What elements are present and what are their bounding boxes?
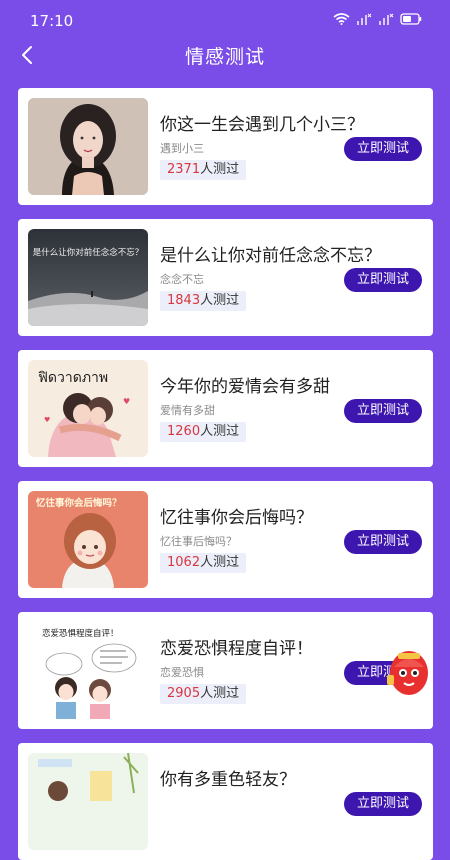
tested-count-badge: 2371人测过 [160,160,247,180]
svg-text:♥: ♥ [44,416,50,424]
mascot-icon [387,651,428,695]
start-test-button[interactable]: 立即测试 [344,530,422,554]
test-title: 忆往事你会后悔吗？ [160,508,313,528]
desert-night-scene: 是什么让你对前任念念不忘？ [28,229,148,326]
test-image: ฟิดวาดภาพ ♥ ♥ [28,360,148,457]
red-envelope-float-icon[interactable] [384,645,434,701]
tested-suffix: 人测过 [200,555,240,570]
test-subtitle: 爱情有多甜 [160,404,215,417]
test-card[interactable]: 你有多重色轻友？ 立即测试 [18,743,433,860]
cartoon-girl-illustration: 忆往事你会后悔吗？ [28,491,148,588]
battery-icon [400,13,422,25]
test-subtitle: 恋爱恐惧 [160,666,204,679]
test-subtitle: 忆往事后悔吗？ [160,535,237,548]
page-title: 情感测试 [184,46,265,68]
test-title: 今年你的爱情会有多甜 [160,377,330,397]
test-card[interactable]: 是什么让你对前任念念不忘？ 是什么让你对前任念念不忘？ 念念不忘 1843人测过… [18,219,433,336]
wifi-icon [333,13,350,25]
tested-count-badge: 2905人测过 [160,684,247,704]
test-image: 忆往事你会后悔吗？ [28,491,148,588]
tested-count: 2371 [167,162,201,177]
tested-suffix: 人测过 [200,686,240,701]
test-title: 是什么让你对前任念念不忘？ [160,246,381,266]
cartoon-illustration [28,753,148,850]
start-test-button[interactable]: 立即测试 [344,792,422,816]
test-card[interactable]: 忆往事你会后悔吗？ 忆往事你会后悔吗？ 忆往事后悔吗？ 1062人测过 立即测试 [18,481,433,598]
test-image: 是什么让你对前任念念不忘？ [28,229,148,326]
portrait-photo [28,98,148,195]
test-image [28,98,148,195]
image-caption: 是什么让你对前任念念不忘？ [33,247,144,258]
svg-text:♥: ♥ [123,397,130,406]
test-title: 恋爱恐惧程度自评！ [160,639,313,659]
image-caption: ฟิดวาดภาพ [38,370,108,386]
tested-suffix: 人测过 [200,162,240,177]
test-subtitle: 遇到小三 [160,142,204,155]
tested-count-badge: 1260人测过 [160,422,247,442]
tested-count-badge: 1062人测过 [160,553,247,573]
test-image: 恋爱恐惧程度自评！ [28,622,148,719]
status-bar: 17:10 [0,0,450,40]
hugging-couple-illustration: ฟิดวาดภาพ ♥ ♥ [28,360,148,457]
start-test-button[interactable]: 立即测试 [344,137,422,161]
tested-count-badge: 1843人测过 [160,291,247,311]
tested-count: 1843 [167,293,201,308]
test-subtitle: 念念不忘 [160,273,204,286]
start-test-button[interactable]: 立即测试 [344,268,422,292]
status-icons [333,13,422,25]
tested-suffix: 人测过 [200,424,240,439]
nav-bar: 情感测试 [0,36,450,74]
status-time: 17:10 [30,12,74,30]
tested-suffix: 人测过 [200,293,240,308]
tested-count: 1260 [167,424,201,439]
test-title: 你有多重色轻友？ [160,770,296,790]
image-caption: 忆往事你会后悔吗？ [36,497,122,509]
image-caption: 恋爱恐惧程度自评！ [42,628,119,639]
test-title: 你这一生会遇到几个小三？ [160,115,364,135]
signal-icon-2 [379,13,394,25]
start-test-button[interactable]: 立即测试 [344,399,422,423]
comic-couple-illustration: 恋爱恐惧程度自评！ [28,622,148,719]
test-card[interactable]: ฟิดวาดภาพ ♥ ♥ 今年你的爱情会有多甜 爱情有多甜 1260人测过 立… [18,350,433,467]
test-image [28,753,148,850]
signal-icon [357,13,372,25]
tested-count: 2905 [167,686,201,701]
test-card[interactable]: 恋爱恐惧程度自评！ 恋爱恐惧程度自评！ 恋爱恐惧 2905人测过 立即测试 [18,612,433,729]
test-card[interactable]: 你这一生会遇到几个小三？ 遇到小三 2371人测过 立即测试 [18,88,433,205]
tested-count: 1062 [167,555,201,570]
